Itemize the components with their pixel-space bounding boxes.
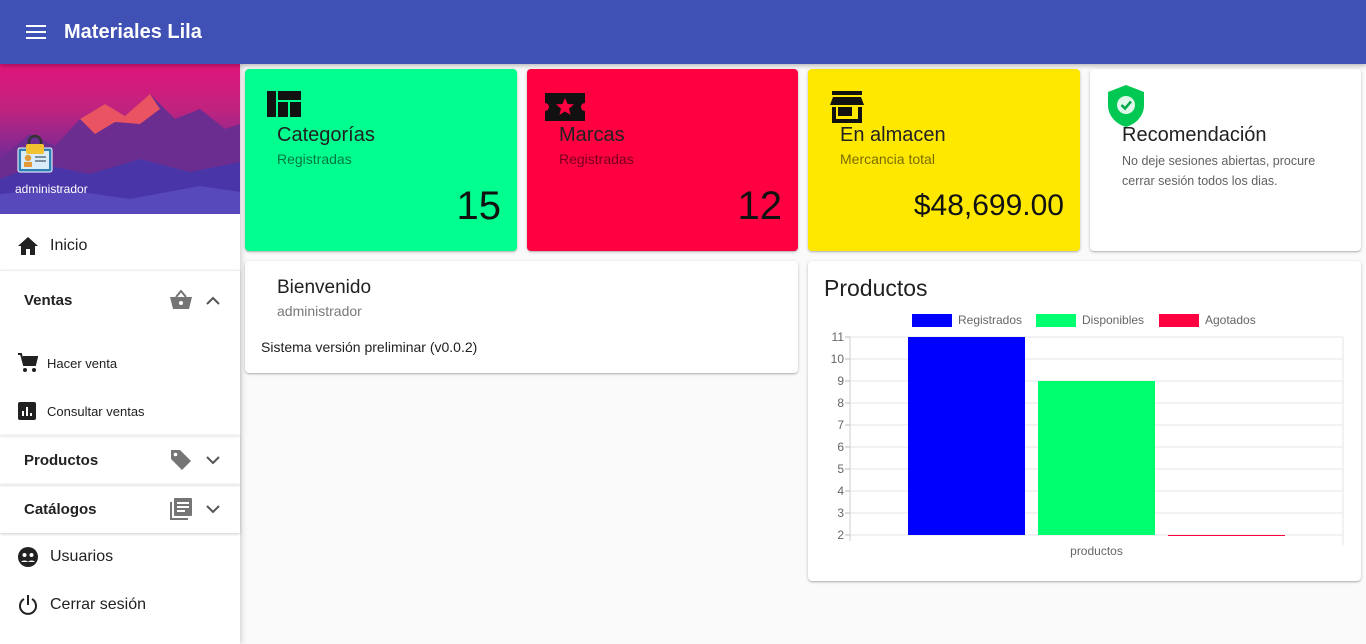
card-value: $48,699.00 bbox=[913, 189, 1064, 222]
nav-item-label: Usuarios bbox=[50, 548, 114, 565]
card-value: 12 bbox=[737, 184, 783, 228]
legend-label: Agotados bbox=[1205, 313, 1256, 327]
nav-item-cerrar-sesion[interactable]: Cerrar sesión bbox=[0, 581, 240, 629]
welcome-title: Bienvenido bbox=[277, 277, 372, 298]
welcome-card: Bienvenido administrador Sistema versión… bbox=[245, 261, 798, 373]
nav-item-usuarios[interactable]: Usuarios bbox=[0, 533, 240, 581]
cart-icon bbox=[18, 353, 38, 373]
tag-icon bbox=[170, 449, 192, 471]
nav-section-productos[interactable]: Productos bbox=[0, 436, 240, 484]
card-text: No deje sesiones abiertas, procure cerra… bbox=[1122, 154, 1316, 188]
card-value: 15 bbox=[456, 184, 502, 228]
nav-section-ventas[interactable]: Ventas bbox=[0, 271, 240, 329]
welcome-user: administrador bbox=[277, 303, 362, 319]
users-icon bbox=[18, 546, 40, 568]
sidebar: administrador Inicio Ventas Hacer venta bbox=[0, 64, 240, 644]
nav-item-consultar-ventas[interactable]: Consultar ventas bbox=[0, 387, 240, 435]
home-icon bbox=[18, 235, 40, 257]
legend-label: Registrados bbox=[958, 313, 1022, 327]
bar-chart-icon bbox=[18, 401, 38, 421]
chevron-down-icon[interactable] bbox=[206, 504, 220, 514]
productos-chart-card: Productos 2 3 4 5 6 7 8 9 10 11 productos Registrad… bbox=[808, 261, 1361, 581]
y-tick-label: 8 bbox=[837, 396, 844, 410]
bar-agotados bbox=[1168, 535, 1285, 536]
y-tick-label: 2 bbox=[837, 528, 844, 542]
store-icon bbox=[830, 91, 864, 128]
nav-item-inicio[interactable]: Inicio bbox=[0, 222, 240, 270]
library-books-icon bbox=[170, 498, 192, 520]
version-text: Sistema versión preliminar (v0.0.2) bbox=[261, 339, 478, 355]
marcas-card: Marcas Registradas 12 bbox=[527, 69, 798, 251]
profile-header: administrador bbox=[0, 64, 240, 214]
dashboard-icon bbox=[267, 91, 301, 122]
nav-item-hacer-venta[interactable]: Hacer venta bbox=[0, 339, 240, 387]
power-icon bbox=[18, 594, 40, 616]
y-tick-label: 4 bbox=[837, 484, 844, 498]
recomendacion-card: Recomendación No deje sesiones abiertas,… bbox=[1090, 69, 1361, 251]
card-title: Categorías bbox=[277, 124, 375, 146]
card-subtitle: Registradas bbox=[559, 151, 634, 167]
bar-chart: 2 3 4 5 6 7 8 9 10 11 productos Registrados Disponib… bbox=[831, 313, 1344, 558]
legend-swatch-disponibles bbox=[1036, 314, 1076, 327]
nav-item-label: Hacer venta bbox=[47, 355, 118, 371]
x-tick-label: productos bbox=[1070, 544, 1123, 558]
card-subtitle: Mercancia total bbox=[840, 151, 935, 167]
id-card-lock-icon bbox=[16, 134, 54, 179]
y-tick-label: 10 bbox=[831, 352, 845, 366]
chevron-down-icon[interactable] bbox=[206, 455, 220, 465]
y-tick-label: 3 bbox=[837, 506, 844, 520]
y-tick-label: 7 bbox=[837, 418, 844, 432]
y-tick-label: 5 bbox=[837, 462, 844, 476]
profile-username: administrador bbox=[15, 182, 88, 196]
card-title: Recomendación bbox=[1122, 124, 1267, 146]
chevron-up-icon[interactable] bbox=[206, 296, 220, 305]
card-title: Marcas bbox=[559, 124, 625, 146]
nav-item-label: Inicio bbox=[50, 237, 88, 254]
legend-swatch-agotados bbox=[1159, 314, 1199, 327]
bar-disponibles bbox=[1038, 381, 1155, 535]
nav-item-label: Consultar ventas bbox=[47, 403, 145, 419]
app-title: Materiales Lila bbox=[64, 20, 202, 43]
card-subtitle: Registradas bbox=[277, 151, 352, 167]
bar-registrados bbox=[908, 337, 1025, 535]
categorias-card: Categorías Registradas 15 bbox=[245, 69, 517, 251]
menu-icon[interactable] bbox=[24, 20, 48, 44]
basket-icon bbox=[170, 290, 192, 310]
nav-item-label: Cerrar sesión bbox=[50, 596, 147, 613]
nav-section-catalogos[interactable]: Catálogos bbox=[0, 485, 240, 533]
card-title: En almacen bbox=[840, 124, 946, 146]
legend-swatch-registrados bbox=[912, 314, 952, 327]
y-tick-label: 6 bbox=[837, 440, 844, 454]
app-bar: Materiales Lila bbox=[0, 0, 1366, 64]
y-tick-label: 9 bbox=[837, 374, 844, 388]
almacen-card: En almacen Mercancia total $48,699.00 bbox=[808, 69, 1080, 251]
legend-label: Disponibles bbox=[1082, 313, 1144, 327]
y-tick-label: 11 bbox=[832, 330, 845, 344]
ticket-star-icon bbox=[545, 91, 585, 128]
